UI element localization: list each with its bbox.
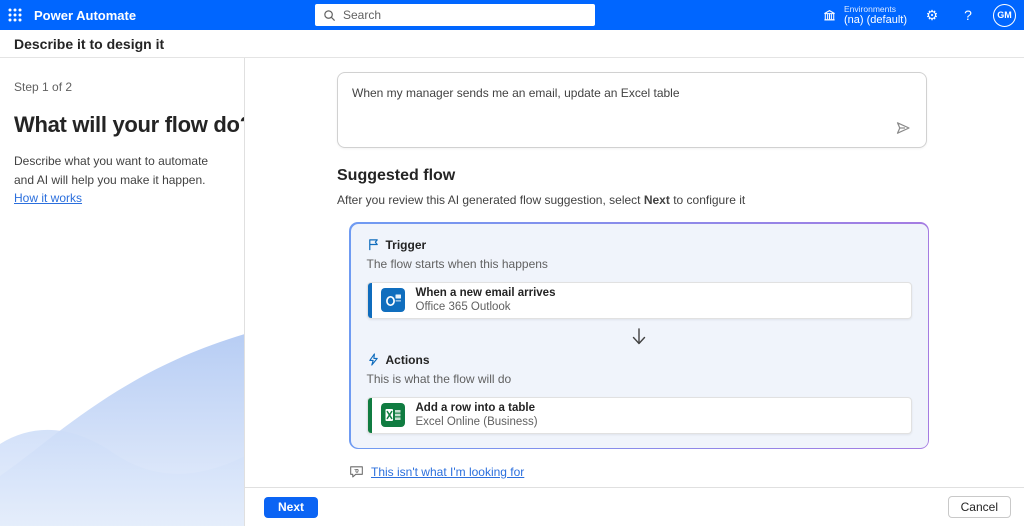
search-icon <box>323 9 336 22</box>
action-card-subtitle: Excel Online (Business) <box>416 415 538 429</box>
actions-section-label: Actions <box>386 353 430 367</box>
office365-outlook-icon <box>381 288 405 312</box>
settings-gear-icon[interactable]: ⚙ <box>921 4 943 26</box>
suggested-flow-subtitle: After you review this AI generated flow … <box>337 193 1024 207</box>
app-title[interactable]: Power Automate <box>34 8 136 23</box>
trigger-section-label: Trigger <box>386 238 427 252</box>
actions-lightning-icon <box>367 353 380 366</box>
search-input[interactable] <box>343 8 573 22</box>
send-icon <box>894 119 912 137</box>
not-what-im-looking-for-link[interactable]: This isn't what I'm looking for <box>371 465 524 479</box>
trigger-connector-card[interactable]: When a new email arrives Office 365 Outl… <box>367 282 912 319</box>
excel-online-icon <box>381 403 405 427</box>
how-it-works-link[interactable]: How it works <box>14 191 82 205</box>
trigger-card-subtitle: Office 365 Outlook <box>416 300 556 314</box>
app-launcher-waffle-icon[interactable] <box>0 0 30 30</box>
page-title: Describe it to design it <box>14 36 164 52</box>
wizard-footer: Next Cancel <box>245 487 1024 526</box>
action-card-title: Add a row into a table <box>416 401 538 415</box>
suggested-flow-title: Suggested flow <box>337 167 1024 185</box>
trigger-accent-bar <box>368 283 372 318</box>
flow-down-arrow-icon <box>631 327 647 347</box>
decorative-wave-graphic <box>0 326 245 526</box>
feedback-dislike-icon <box>349 464 364 479</box>
help-icon[interactable]: ? <box>957 4 979 26</box>
wizard-sidebar: Step 1 of 2 What will your flow do? Desc… <box>0 58 245 526</box>
trigger-flag-icon <box>367 238 380 251</box>
flow-description-input[interactable]: When my manager sends me an email, updat… <box>337 72 927 148</box>
suggested-flow-card: Trigger The flow starts when this happen… <box>349 222 929 449</box>
environment-name: (na) (default) <box>844 14 907 26</box>
next-button[interactable]: Next <box>264 497 318 518</box>
environment-picker[interactable]: Environments (na) (default) <box>822 4 907 26</box>
action-accent-bar <box>368 398 372 433</box>
user-avatar[interactable]: GM <box>993 4 1016 27</box>
submit-description-button[interactable] <box>892 117 914 139</box>
step-indicator: Step 1 of 2 <box>14 80 230 94</box>
wizard-heading: What will your flow do? <box>14 112 230 138</box>
actions-section-description: This is what the flow will do <box>367 372 912 386</box>
wizard-description: Describe what you want to automate and A… <box>14 152 228 208</box>
page-header: Describe it to design it <box>0 30 1024 58</box>
cancel-button[interactable]: Cancel <box>948 496 1011 518</box>
trigger-section-description: The flow starts when this happens <box>367 257 912 271</box>
flow-description-text[interactable]: When my manager sends me an email, updat… <box>338 73 926 114</box>
top-app-bar: Power Automate Environments (na) (defaul… <box>0 0 1024 30</box>
global-search[interactable] <box>315 4 595 26</box>
main-content: When my manager sends me an email, updat… <box>245 58 1024 487</box>
environment-icon <box>822 8 837 23</box>
trigger-card-title: When a new email arrives <box>416 286 556 300</box>
environments-label: Environments <box>844 4 907 14</box>
action-connector-card[interactable]: Add a row into a table Excel Online (Bus… <box>367 397 912 434</box>
